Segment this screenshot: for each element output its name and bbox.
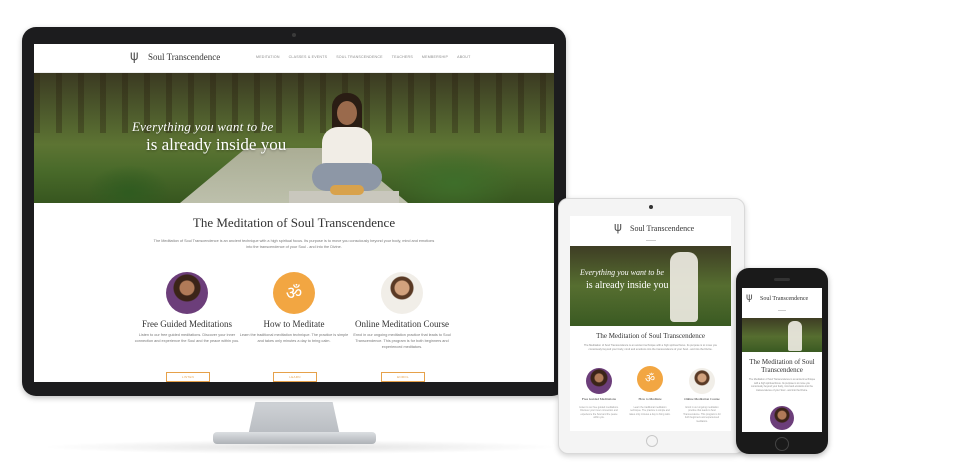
- section-title: The Meditation of Soul Transcendence: [192, 215, 396, 230]
- main-navigation: Meditation Classes & Events Soul Transce…: [256, 55, 470, 59]
- site-header: ψ Soul Transcendence Meditation Classes …: [34, 44, 554, 73]
- phone-hero-figure: [788, 321, 802, 351]
- tablet-screen: ψ Soul Transcendence Everything you want…: [570, 216, 731, 431]
- tablet-card-text: Listen to our free guided meditations. D…: [579, 406, 619, 420]
- tree-logo-icon[interactable]: ψ: [746, 293, 753, 303]
- card-title[interactable]: Online Meditation Course: [337, 319, 467, 329]
- tablet-card-title[interactable]: Free Guided Meditations: [574, 397, 624, 401]
- meditator-portrait: [586, 368, 612, 394]
- card-text: Learn the traditional meditation techniq…: [239, 333, 349, 343]
- monitor-stand-base: [213, 432, 376, 444]
- phone-menu-icon[interactable]: [778, 310, 786, 311]
- monitor-camera: [292, 33, 296, 37]
- phone-home-button[interactable]: [775, 437, 789, 451]
- om-symbol-icon: ॐ: [637, 366, 663, 392]
- listen-button[interactable]: LISTEN: [166, 372, 210, 382]
- monitor-stand-neck: [248, 402, 340, 436]
- card-text: Enrol in our ongoing meditation practice…: [353, 333, 451, 349]
- nav-item-membership[interactable]: Membership: [422, 55, 448, 59]
- tablet-card-title[interactable]: Online Meditation Course: [677, 397, 727, 401]
- feet: [330, 185, 364, 195]
- hero-headline-line2: is already inside you: [146, 135, 287, 154]
- tablet-section-intro: The Meditation of Soul Transcendence is …: [583, 344, 718, 351]
- tablet-hero-line1: Everything you want to be: [580, 268, 664, 277]
- phone-device: ψ Soul Transcendence The Meditation of S…: [736, 268, 828, 454]
- tablet-device: ψ Soul Transcendence Everything you want…: [558, 198, 745, 454]
- tablet-camera: [649, 205, 653, 209]
- meditator-portrait: [166, 272, 208, 314]
- teacher-portrait: [381, 272, 423, 314]
- phone-logo-text[interactable]: Soul Transcendence: [760, 296, 808, 302]
- tablet-hero-figure: [670, 252, 698, 322]
- hero-trees: [34, 73, 554, 133]
- card-text: Listen to our free guided meditations. D…: [134, 333, 240, 343]
- tablet-logo-text[interactable]: Soul Transcendence: [630, 224, 694, 233]
- desktop-screen: ψ Soul Transcendence Meditation Classes …: [34, 44, 554, 382]
- phone-section-intro: The Meditation of Soul Transcendence is …: [748, 378, 816, 392]
- phone-speaker: [774, 278, 790, 281]
- learn-button[interactable]: LEARN: [273, 372, 317, 382]
- tablet-section-title: The Meditation of Soul Transcendence: [596, 332, 705, 340]
- meditator-portrait: [770, 406, 794, 430]
- nav-item-classes[interactable]: Classes & Events: [289, 55, 328, 59]
- tablet-hero-line2: is already inside you: [586, 280, 669, 291]
- desktop-monitor: ψ Soul Transcendence Meditation Classes …: [22, 27, 566, 396]
- om-symbol-icon: ॐ: [273, 272, 315, 314]
- tablet-home-button[interactable]: [646, 435, 658, 447]
- tablet-hero: Everything you want to be is already ins…: [570, 246, 731, 326]
- tree-logo-icon[interactable]: ψ: [130, 50, 139, 63]
- tablet-card-text: Enrol in our ongoing meditation practice…: [683, 406, 721, 423]
- teacher-portrait: [689, 368, 715, 394]
- hero-meditating-woman: [312, 93, 382, 203]
- tablet-menu-icon[interactable]: [646, 240, 656, 241]
- hero-headline-line1: Everything you want to be: [132, 119, 274, 134]
- hero-banner: Everything you want to be is already ins…: [34, 73, 554, 203]
- enrol-button[interactable]: ENROL: [381, 372, 425, 382]
- phone-screen: ψ Soul Transcendence The Meditation of S…: [742, 288, 822, 432]
- phone-hero: [742, 318, 822, 352]
- site-logo-text[interactable]: Soul Transcendence: [148, 52, 220, 62]
- nav-item-soul-transcendence[interactable]: Soul Transcendence: [336, 55, 383, 59]
- nav-item-about[interactable]: About: [457, 55, 470, 59]
- tablet-card-title[interactable]: How to Meditate: [625, 397, 675, 401]
- tablet-card-text: Learn the traditional meditation techniq…: [629, 406, 671, 416]
- tree-logo-icon[interactable]: ψ: [614, 221, 622, 233]
- nav-item-meditation[interactable]: Meditation: [256, 55, 280, 59]
- phone-section-title: The Meditation of Soul Transcendence: [749, 358, 815, 374]
- face: [337, 101, 357, 125]
- nav-item-teachers[interactable]: Teachers: [392, 55, 413, 59]
- section-intro: The Meditation of Soul Transcendence is …: [153, 239, 435, 249]
